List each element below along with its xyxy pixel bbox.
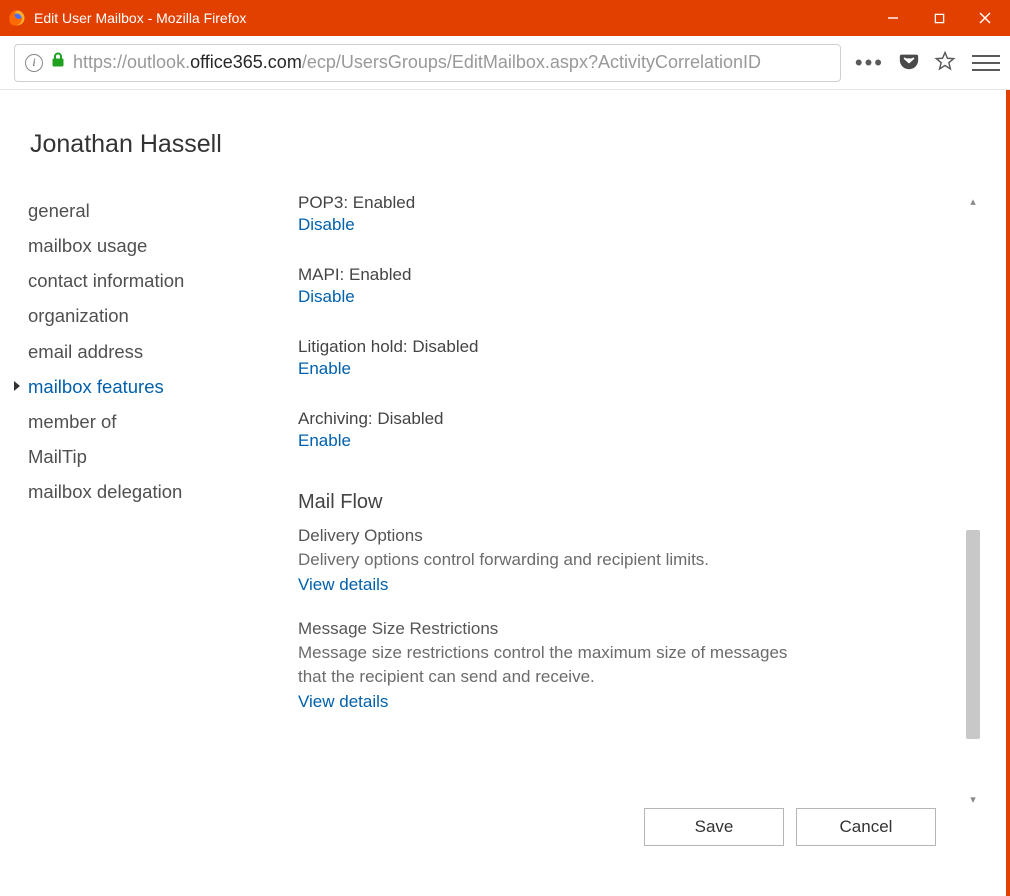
setting-block: Archiving: DisabledEnable xyxy=(298,409,958,451)
save-button[interactable]: Save xyxy=(644,808,784,846)
side-nav: generalmailbox usagecontact informationo… xyxy=(28,193,258,878)
url-box[interactable]: i https://outlook.office365.com/ecp/User… xyxy=(14,44,841,82)
sidenav-item-MailTip[interactable]: MailTip xyxy=(28,439,258,474)
titlebar: Edit User Mailbox - Mozilla Firefox xyxy=(0,0,1010,36)
sidenav-item-member-of[interactable]: member of xyxy=(28,404,258,439)
sidenav-item-mailbox-features[interactable]: mailbox features xyxy=(28,369,258,404)
window-title: Edit User Mailbox - Mozilla Firefox xyxy=(34,10,870,26)
setting-block: MAPI: EnabledDisable xyxy=(298,265,958,307)
page-content: Jonathan Hassell generalmailbox usagecon… xyxy=(0,90,1010,896)
setting-label: Archiving: Disabled xyxy=(298,409,958,429)
sidenav-item-label: organization xyxy=(28,298,129,333)
mailflow-group-desc: Delivery options control forwarding and … xyxy=(298,548,798,573)
url-text: https://outlook.office365.com/ecp/UsersG… xyxy=(73,52,761,73)
scroll-thumb[interactable] xyxy=(966,530,980,739)
mailflow-group: Delivery OptionsDelivery options control… xyxy=(298,526,958,595)
active-marker-icon xyxy=(14,381,20,391)
layout: generalmailbox usagecontact informationo… xyxy=(28,193,982,878)
page-title: Jonathan Hassell xyxy=(28,130,982,159)
sidenav-item-label: email address xyxy=(28,334,143,369)
setting-block: Litigation hold: DisabledEnable xyxy=(298,337,958,379)
sidenav-item-label: mailbox features xyxy=(28,369,164,404)
page-actions-icon[interactable]: ••• xyxy=(855,50,884,76)
address-bar-actions: ••• xyxy=(855,50,956,76)
url-host: office365.com xyxy=(190,52,302,72)
scroll-up-arrow[interactable]: ▴ xyxy=(970,193,976,210)
main-panel: POP3: EnabledDisableMAPI: EnabledDisable… xyxy=(298,193,982,878)
sidenav-item-mailbox-delegation[interactable]: mailbox delegation xyxy=(28,474,258,509)
setting-label: MAPI: Enabled xyxy=(298,265,958,285)
menu-button[interactable] xyxy=(972,49,1000,77)
sidenav-item-label: general xyxy=(28,193,90,228)
sidenav-item-label: contact information xyxy=(28,263,184,298)
url-path: /ecp/UsersGroups/EditMailbox.aspx?Activi… xyxy=(302,52,761,72)
footer-buttons: Save Cancel xyxy=(644,808,936,846)
minimize-button[interactable] xyxy=(870,0,916,36)
address-bar-row: i https://outlook.office365.com/ecp/User… xyxy=(0,36,1010,90)
cancel-button[interactable]: Cancel xyxy=(796,808,936,846)
pocket-icon[interactable] xyxy=(898,50,920,76)
sidenav-item-label: mailbox delegation xyxy=(28,474,182,509)
mailflow-group-desc: Message size restrictions control the ma… xyxy=(298,641,798,690)
sidenav-item-label: mailbox usage xyxy=(28,228,147,263)
firefox-icon xyxy=(8,9,26,27)
bookmark-star-icon[interactable] xyxy=(934,50,956,76)
setting-label: Litigation hold: Disabled xyxy=(298,337,958,357)
sidenav-item-label: member of xyxy=(28,404,116,439)
setting-action-link[interactable]: Disable xyxy=(298,215,958,235)
maximize-button[interactable] xyxy=(916,0,962,36)
window-right-edge xyxy=(1006,90,1010,896)
sidenav-item-label: MailTip xyxy=(28,439,87,474)
setting-action-link[interactable]: Disable xyxy=(298,287,958,307)
sidenav-item-general[interactable]: general xyxy=(28,193,258,228)
sidenav-item-organization[interactable]: organization xyxy=(28,298,258,333)
setting-label: POP3: Enabled xyxy=(298,193,958,213)
sidenav-item-contact-information[interactable]: contact information xyxy=(28,263,258,298)
scroll-track[interactable] xyxy=(964,210,982,791)
setting-action-link[interactable]: Enable xyxy=(298,359,958,379)
setting-block: POP3: EnabledDisable xyxy=(298,193,958,235)
close-button[interactable] xyxy=(962,0,1008,36)
mailflow-group: Message Size RestrictionsMessage size re… xyxy=(298,619,958,712)
window-controls xyxy=(870,0,1008,36)
lock-icon xyxy=(51,52,65,73)
view-details-link[interactable]: View details xyxy=(298,692,958,712)
mailflow-group-title: Delivery Options xyxy=(298,526,958,546)
view-details-link[interactable]: View details xyxy=(298,575,958,595)
scroll-down-arrow[interactable]: ▾ xyxy=(970,791,976,808)
sidenav-item-email-address[interactable]: email address xyxy=(28,334,258,369)
vertical-scrollbar[interactable]: ▴ ▾ xyxy=(964,193,982,808)
scroll-area: POP3: EnabledDisableMAPI: EnabledDisable… xyxy=(298,193,958,808)
setting-action-link[interactable]: Enable xyxy=(298,431,958,451)
url-scheme: https://outlook. xyxy=(73,52,190,72)
mail-flow-heading: Mail Flow xyxy=(298,491,958,514)
mailflow-group-title: Message Size Restrictions xyxy=(298,619,958,639)
sidenav-item-mailbox-usage[interactable]: mailbox usage xyxy=(28,228,258,263)
site-info-icon[interactable]: i xyxy=(25,54,43,72)
